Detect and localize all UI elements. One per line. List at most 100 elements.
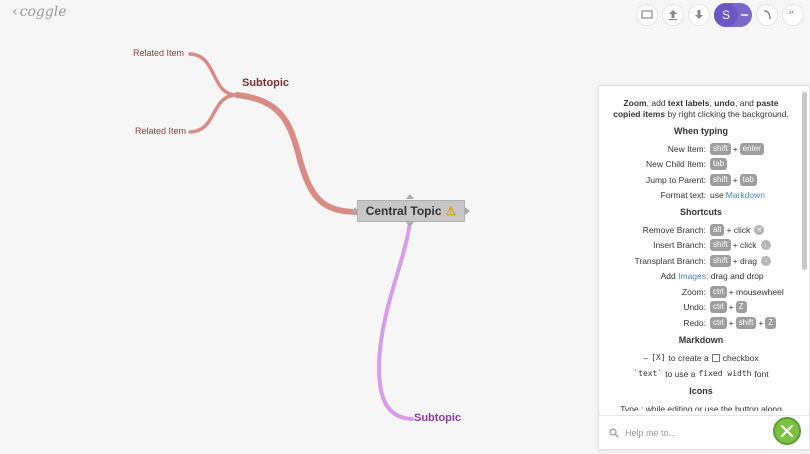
intro-zoom: Zoom [623,98,647,108]
label-remove-branch: Remove Branch: [642,224,706,235]
history-button[interactable] [756,4,778,26]
help-content[interactable]: Zoom, add text labels, undo, and paste c… [599,86,801,411]
row-add-images: Add Images : drag and drop [609,269,793,285]
top-toolbar: S ” [636,3,804,27]
help-panel: Zoom, add text labels, undo, and paste c… [598,85,810,450]
row-remove-branch: Remove Branch: alt + click ✕ [609,222,793,238]
share-icon [669,10,677,21]
intro-labels: text labels [667,98,710,108]
row-format-text: Format text: use Markdown [609,188,793,204]
row-insert-branch: Insert Branch: shift + click ↓ [609,238,793,254]
branch-central-to-subtopic-bottom[interactable] [377,220,414,421]
present-button[interactable] [636,4,658,26]
label-new-item: New Item: [667,143,706,154]
download-icon [695,10,703,19]
checkbox-text: checkbox [722,352,759,363]
key-enter: enter [739,142,764,155]
add-branch-top-handle[interactable] [406,194,414,199]
help-intro: Zoom, add text labels, undo, and paste c… [609,98,793,120]
insert-circle-icon: ↓ [760,240,771,251]
key-shift: shift [735,316,757,329]
markdown-link[interactable]: Markdown [726,190,765,200]
row-transplant-branch: Transplant Branch: shift + drag ↓ [609,253,793,269]
label-redo: Redo: [683,317,706,328]
row-new-child: New Child Item: tab [609,157,793,173]
add-branch-right-handle[interactable] [465,207,470,215]
subtopic-top[interactable]: Subtopic [242,77,289,89]
logo-text: coggle [19,4,67,20]
label-insert-branch: Insert Branch: [653,240,706,251]
branch-central-to-subtopic-top[interactable] [234,92,361,215]
warning-icon: ⚠ [445,204,457,218]
images-link[interactable]: Images [678,271,706,281]
intro-text-4: by right clicking the background. [665,109,789,119]
label-new-child: New Child Item: [646,159,706,170]
branch-subtopic-to-related-2[interactable] [188,93,239,134]
row-redo: Redo: ctrl + shift + Z [609,315,793,331]
key-shift: shift [710,239,731,252]
label-format-text: Format text: [660,190,706,201]
user-menu-button[interactable]: S [714,3,752,27]
shortcuts-heading: Shortcuts [679,207,722,217]
close-icon [781,425,793,437]
central-topic[interactable]: Central Topic ⚠ [357,200,465,222]
key-z: Z [765,316,777,329]
key-ctrl: ctrl [710,316,727,329]
format-use-text: use [710,190,724,201]
row-code-syntax: `text` to use a fixed width font [609,366,793,382]
avatar: S [714,3,738,27]
share-button[interactable] [662,4,684,26]
key-ctrl: ctrl [710,285,727,298]
label-zoom: Zoom: [681,286,706,297]
drag-drop-text: : drag and drop [706,271,764,282]
label-add-images: Add Images [609,271,710,281]
label-transplant-branch: Transplant Branch: [634,255,707,266]
font-text: font [754,368,769,379]
close-help-button[interactable] [773,417,801,445]
row-new-item: New Item: shift + enter [609,141,793,157]
mousewheel-text: + mousewheel [728,286,784,297]
key-shift: shift [710,142,731,155]
central-topic-label: Central Topic [365,204,442,218]
related-item-1[interactable]: Related Item [133,48,184,58]
intro-undo: undo [714,98,735,108]
download-button[interactable] [688,4,710,26]
branch-subtopic-to-related-1[interactable] [188,52,239,97]
subtopic-bottom[interactable]: Subtopic [414,412,461,424]
add-branch-bottom-handle[interactable] [406,222,414,227]
use-a-text: to use a [665,368,696,379]
transplant-drag-text: + drag [732,255,758,266]
icons-heading: Icons [689,385,713,396]
related-item-2[interactable]: Related Item [135,126,186,136]
checkbox-example-icon [711,353,720,362]
key-shift: shift [710,254,731,267]
insert-click-text: + click [732,240,757,251]
row-undo: Undo: ctrl + Z [609,300,793,316]
row-jump-parent: Jump to Parent: shift + tab [609,172,793,188]
markdown-heading: Markdown [678,334,724,345]
comment-button[interactable]: ” [782,4,804,26]
key-alt: alt [710,223,725,236]
present-icon [641,10,653,19]
key-tab: tab [739,173,757,186]
label-jump-parent: Jump to Parent: [645,174,706,185]
checkbox-code: [X] [651,353,666,362]
quote-icon: ” [788,9,794,21]
bullet-dash: – [643,352,649,363]
help-search-input[interactable] [625,427,775,438]
key-z: Z [735,301,747,314]
add-text: Add [660,271,676,282]
remove-circle-icon: ✕ [754,224,765,235]
help-scrollbar[interactable] [802,92,807,270]
remove-click-text: + click [726,224,751,235]
add-branch-left-handle[interactable] [351,207,356,215]
intro-text-1: , add [646,98,668,108]
coggle-logo[interactable]: ‹ coggle [12,4,67,20]
row-checkbox-syntax: – [X] to create a checkbox [609,350,793,366]
drag-circle-icon: ↓ [761,255,772,266]
key-tab: tab [710,158,728,171]
back-chevron-icon[interactable]: ‹ [12,4,18,20]
intro-text-3: , and [735,98,757,108]
row-icons-hint: Type : while editing or use the button a… [620,403,782,412]
when-typing-heading: When typing [674,126,728,136]
